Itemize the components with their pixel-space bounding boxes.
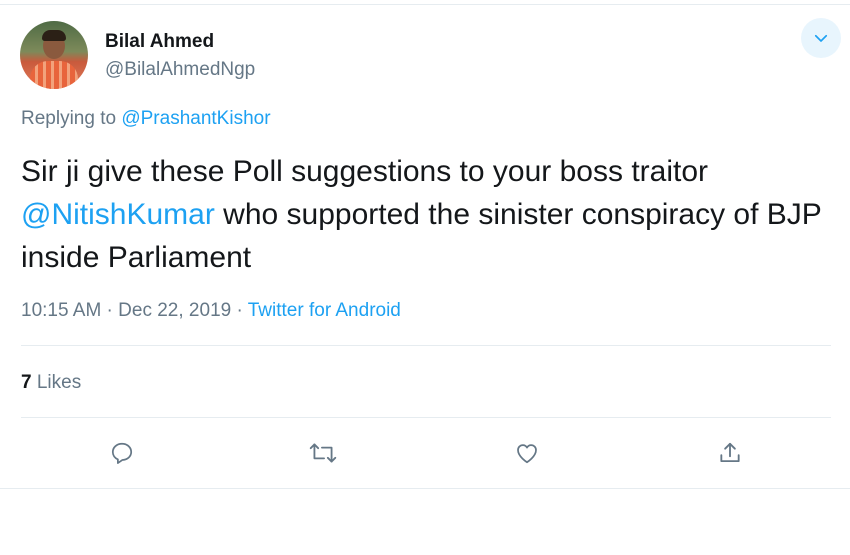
retweet-button[interactable] (305, 435, 341, 471)
share-icon (720, 442, 740, 463)
avatar[interactable] (20, 21, 88, 89)
tweet-source-link[interactable]: Twitter for Android (248, 300, 401, 321)
author-handle[interactable]: @BilalAhmedNgp (105, 59, 255, 81)
meta-separator: · (231, 300, 248, 321)
heart-icon (517, 444, 537, 464)
tweet-time[interactable]: 10:15 AM (21, 300, 101, 321)
tweet-meta: 10:15 AM · Dec 22, 2019 · Twitter for An… (21, 300, 401, 322)
more-options-button[interactable] (801, 18, 841, 58)
replying-label: Replying to (21, 108, 122, 129)
tweet-card: Bilal Ahmed @BilalAhmedNgp Replying to @… (0, 0, 850, 555)
bottom-divider (0, 488, 850, 489)
share-button[interactable] (712, 435, 748, 471)
like-button[interactable] (509, 435, 545, 471)
reply-icon (111, 442, 133, 464)
replying-to: Replying to @PrashantKishor (21, 108, 271, 130)
chevron-down-icon (814, 34, 828, 42)
divider (21, 417, 831, 418)
likes-link[interactable]: 7 Likes (21, 372, 81, 394)
tweet-mention-link[interactable]: @NitishKumar (21, 198, 215, 231)
replying-to-mention[interactable]: @PrashantKishor (121, 108, 270, 129)
top-divider (0, 4, 850, 5)
divider (21, 345, 831, 346)
retweet-icon (309, 443, 337, 463)
reply-button[interactable] (104, 435, 140, 471)
tweet-text-part1: Sir ji give these Poll suggestions to yo… (21, 155, 708, 188)
tweet-date[interactable]: Dec 22, 2019 (118, 300, 231, 321)
likes-count: 7 (21, 372, 32, 393)
tweet-text: Sir ji give these Poll suggestions to yo… (21, 150, 836, 279)
likes-label: Likes (31, 372, 82, 393)
meta-separator: · (101, 300, 119, 321)
author-name[interactable]: Bilal Ahmed (105, 31, 214, 53)
